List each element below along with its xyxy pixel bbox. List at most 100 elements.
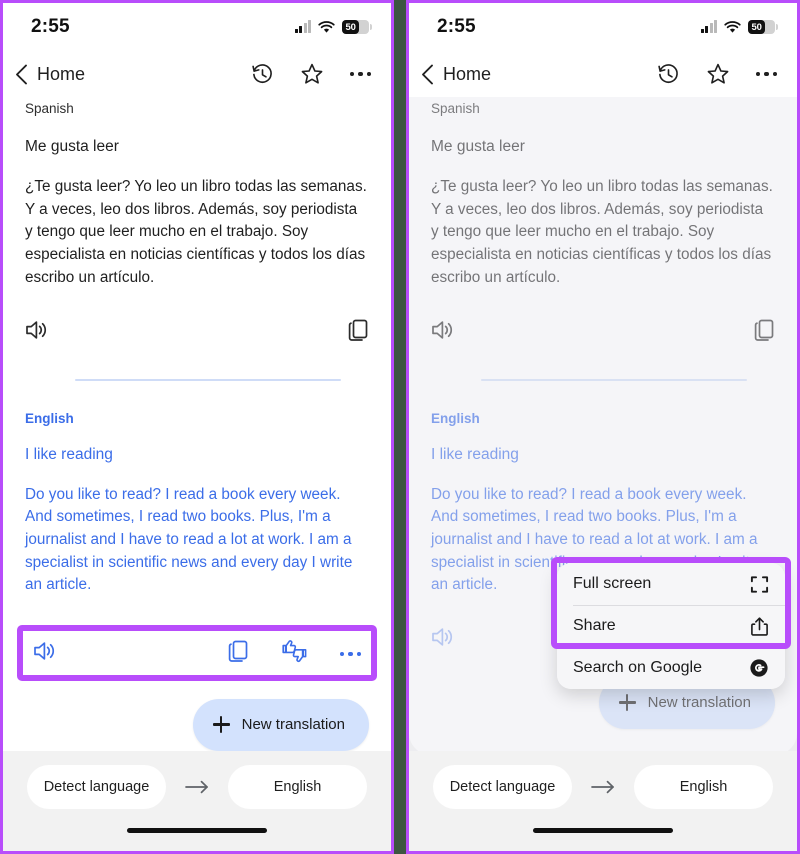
new-translation-button[interactable]: New translation [192, 698, 369, 751]
source-action-row [25, 311, 369, 351]
menu-item-share[interactable]: Share [557, 605, 785, 647]
source-copy-button[interactable] [753, 318, 775, 347]
new-translation-label: New translation [241, 716, 345, 734]
back-button[interactable]: Home [15, 64, 85, 85]
language-selector-bar: Detect language English [3, 751, 391, 809]
copy-icon [348, 319, 368, 341]
source-action-row [431, 311, 775, 351]
status-bar: 2:55 50 [3, 3, 391, 51]
target-speak-button[interactable] [431, 626, 456, 653]
google-g-icon [750, 659, 768, 677]
star-outline-icon [707, 63, 728, 84]
back-button-label: Home [37, 63, 86, 84]
wifi-icon [318, 20, 335, 33]
arrow-right-icon [591, 780, 614, 794]
speaker-volume-icon [432, 320, 453, 339]
battery-level: 50 [751, 21, 762, 33]
target-copy-button[interactable] [227, 639, 249, 668]
battery-level: 50 [345, 21, 356, 33]
more-horizontal-icon [339, 651, 361, 656]
target-right-actions [227, 639, 361, 668]
speaker-volume-icon [432, 628, 453, 646]
app-bar: Home [3, 51, 391, 97]
source-headline: Me gusta leer [25, 138, 119, 155]
home-indicator-wrap [409, 809, 797, 851]
home-indicator [533, 827, 673, 833]
status-time: 2:55 [437, 16, 476, 37]
target-language-chip[interactable]: English [228, 765, 367, 809]
source-language-label: Spanish [431, 101, 480, 116]
source-speak-button[interactable] [25, 319, 50, 346]
copy-icon [754, 319, 774, 341]
back-button-label: Home [443, 63, 492, 84]
overflow-menu-button[interactable] [755, 71, 777, 77]
language-selector-bar: Detect language English [409, 751, 797, 809]
plus-icon [618, 694, 636, 712]
status-icons: 50 [700, 20, 778, 34]
source-headline: Me gusta leer [431, 138, 525, 155]
cellular-signal-icon [294, 20, 311, 33]
context-menu: Full screen Share Search on Google [557, 563, 785, 689]
chevron-left-icon [422, 64, 433, 84]
target-more-button[interactable] [339, 651, 361, 656]
favorite-button[interactable] [706, 62, 730, 86]
source-language-chip[interactable]: Detect language [27, 765, 166, 809]
target-language-label: English [431, 410, 480, 426]
app-bar: Home [409, 51, 797, 97]
source-body-text: ¿Te gusta leer? Yo leo un libro todas la… [431, 178, 773, 286]
menu-item-label: Search on Google [573, 659, 702, 676]
source-language-label: Spanish [25, 101, 74, 116]
target-language-label: English [25, 410, 74, 426]
target-headline: I like reading [431, 445, 519, 463]
target-feedback-button[interactable] [281, 639, 308, 668]
home-indicator [127, 827, 267, 833]
battery-icon: 50 [342, 20, 372, 34]
new-translation-label: New translation [647, 694, 751, 712]
target-body-text: Do you like to read? I read a book every… [25, 485, 353, 594]
swap-arrow[interactable] [572, 779, 634, 795]
overflow-menu-button[interactable] [349, 71, 371, 77]
menu-item-full-screen[interactable]: Full screen [557, 563, 785, 605]
target-language-chip[interactable]: English [634, 765, 773, 809]
status-icons: 50 [294, 20, 372, 34]
new-translation-row: New translation [25, 681, 369, 751]
history-button[interactable] [657, 63, 680, 86]
translation-card-wrap: Spanish Me gusta leer ¿Te gusta leer? Yo… [409, 97, 797, 751]
source-speak-button[interactable] [431, 319, 456, 346]
section-divider [75, 379, 341, 381]
target-speak-button[interactable] [33, 640, 58, 667]
chevron-left-icon [16, 64, 27, 84]
source-language-chip[interactable]: Detect language [433, 765, 572, 809]
source-copy-button[interactable] [347, 318, 369, 347]
more-horizontal-icon [755, 71, 777, 77]
right-screenshot-panel: 2:55 50 Home Spanish Me gusta leer ¿Te g… [406, 0, 800, 854]
app-bar-actions [657, 62, 777, 86]
target-action-row [33, 633, 361, 673]
cellular-signal-icon [700, 20, 717, 33]
menu-item-label: Full screen [573, 575, 652, 592]
speaker-volume-icon [26, 320, 47, 339]
target-headline: I like reading [25, 445, 113, 463]
fullscreen-icon [750, 575, 769, 593]
plus-icon [212, 716, 230, 734]
menu-item-label: Share [573, 617, 616, 634]
thumbs-up-down-icon [281, 640, 306, 663]
translation-card: Spanish Me gusta leer ¿Te gusta leer? Yo… [3, 97, 391, 751]
home-indicator-wrap [3, 809, 391, 851]
history-button[interactable] [251, 63, 274, 86]
star-outline-icon [301, 63, 322, 84]
history-clock-icon [251, 63, 272, 83]
history-clock-icon [657, 63, 678, 83]
source-right-actions [753, 318, 775, 347]
phone-screen-left: 2:55 50 Home Spanish Me gusta leer ¿Te g… [3, 3, 391, 851]
translation-card-wrap: Spanish Me gusta leer ¿Te gusta leer? Yo… [3, 97, 391, 751]
target-action-row-highlight [17, 624, 377, 681]
swap-arrow[interactable] [166, 779, 228, 795]
arrow-right-icon [185, 780, 208, 794]
back-button[interactable]: Home [421, 64, 491, 85]
favorite-button[interactable] [300, 62, 324, 86]
speaker-volume-icon [34, 642, 55, 660]
menu-item-search-on-google[interactable]: Search on Google [557, 647, 785, 689]
status-bar: 2:55 50 [409, 3, 797, 51]
status-time: 2:55 [31, 16, 70, 37]
